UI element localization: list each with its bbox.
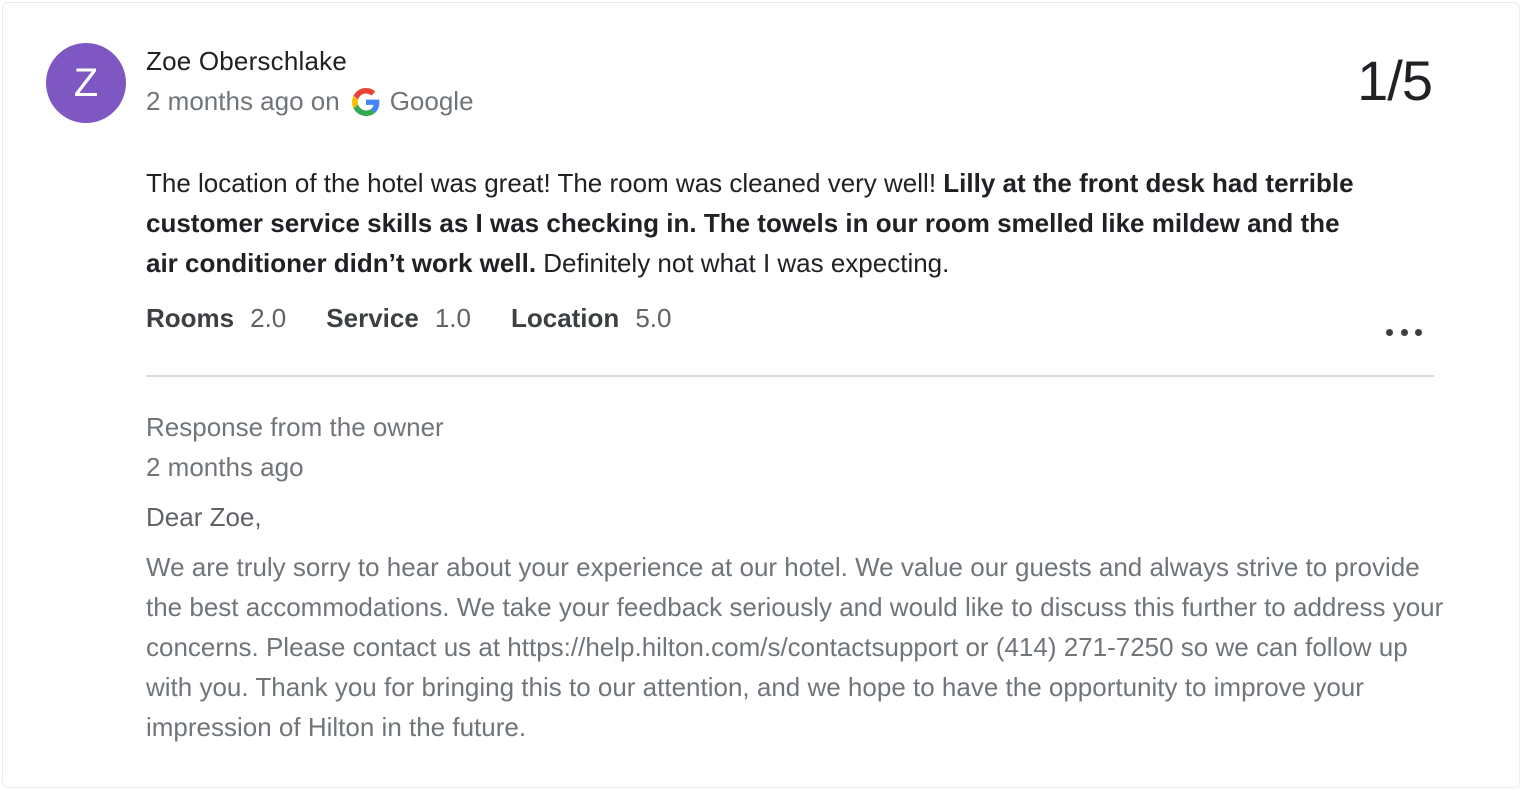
reviewer-name[interactable]: Zoe Oberschlake [146, 46, 347, 77]
rating-service: Service 1.0 [326, 303, 471, 334]
owner-response-greeting: Dear Zoe, [146, 502, 262, 532]
rating-location: Location 5.0 [511, 303, 672, 334]
dot [1415, 328, 1422, 336]
rating-value: 2.0 [250, 303, 287, 333]
review-meta: 2 months ago on Google [146, 86, 474, 117]
review-source: Google [389, 86, 474, 116]
rating-value: 1.0 [434, 303, 471, 333]
rating-label: Service [326, 303, 419, 333]
more-options-icon[interactable] [1386, 318, 1422, 346]
google-g-icon [351, 87, 380, 116]
avatar-initial: Z [73, 60, 99, 105]
review-time: 2 months ago on [146, 86, 340, 116]
review-score: 1/5 [1357, 49, 1433, 112]
review-text-end: Definitely not what I was expecting. [536, 248, 950, 278]
rating-label: Location [510, 303, 620, 333]
review-text-start: The location of the hotel was great! The… [146, 168, 944, 198]
divider [146, 375, 1434, 377]
dot [1386, 328, 1393, 336]
rating-value: 5.0 [635, 303, 672, 333]
review-card: Z Zoe Oberschlake 2 months ago on Google… [0, 0, 1522, 790]
review-text: The location of the hotel was great! The… [146, 163, 1376, 283]
rating-label: Rooms [146, 303, 235, 333]
dot [1400, 328, 1408, 336]
owner-response-heading: Response from the owner [146, 412, 444, 442]
rating-rooms: Rooms 2.0 [146, 303, 286, 334]
category-ratings: Rooms 2.0 Service 1.0 Location 5.0 [146, 303, 711, 334]
avatar[interactable]: Z [46, 43, 126, 123]
owner-response-body: We are truly sorry to hear about your ex… [146, 552, 1444, 742]
owner-response-time: 2 months ago [146, 452, 304, 482]
